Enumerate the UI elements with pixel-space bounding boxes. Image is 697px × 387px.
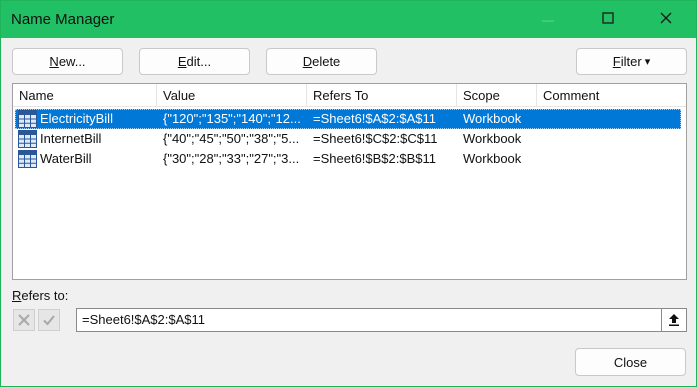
maximize-icon: [602, 11, 614, 29]
row-value: {"120";"135";"140";"12...: [163, 111, 301, 126]
row-name: InternetBill: [40, 131, 102, 146]
new-button[interactable]: New...: [12, 48, 123, 75]
names-list[interactable]: Name Value Refers To Scope Comment Elect…: [12, 83, 687, 280]
list-header: Name Value Refers To Scope Comment: [13, 84, 686, 107]
name-manager-dialog: Name Manager — New... Edit... Delete Fil…: [0, 0, 697, 387]
edit-button[interactable]: Edit...: [139, 48, 250, 75]
refers-to-label: Refers to:: [12, 288, 68, 303]
refers-to-label-accel: R: [12, 288, 22, 303]
collapse-dialog-button[interactable]: [661, 308, 687, 332]
confirm-edit-button[interactable]: [38, 309, 60, 331]
row-scope: Workbook: [463, 131, 522, 146]
maximize-button[interactable]: [585, 1, 631, 38]
row-value: {"40";"45";"50";"38";"5...: [163, 131, 300, 146]
delete-button[interactable]: Delete: [266, 48, 377, 75]
minimize-icon: —: [542, 12, 554, 27]
minimize-button[interactable]: —: [525, 1, 571, 38]
cancel-x-icon: [18, 314, 30, 326]
close-button[interactable]: Close: [575, 348, 686, 376]
close-icon: [660, 11, 672, 29]
row-name: ElectricityBill: [40, 111, 113, 126]
row-scope: Workbook: [463, 151, 522, 166]
edit-button-accel: E: [177, 54, 187, 69]
row-refers-to: =Sheet6!$C$2:$C$11: [313, 131, 438, 146]
filter-button[interactable]: Filter ▾: [576, 48, 687, 75]
title-bar[interactable]: Name Manager —: [1, 1, 696, 38]
column-header-value[interactable]: Value: [157, 84, 307, 106]
dropdown-caret-icon: ▾: [644, 56, 651, 68]
name-table-icon: [18, 150, 37, 168]
table-row[interactable]: ElectricityBill {"120";"135";"140";"12..…: [15, 109, 681, 129]
confirm-check-icon: [43, 315, 55, 326]
column-header-comment[interactable]: Comment: [537, 84, 686, 106]
filter-button-label: ilter: [620, 54, 642, 69]
name-table-icon: [18, 130, 37, 148]
row-refers-to: =Sheet6!$B$2:$B$11: [313, 151, 437, 166]
close-window-button[interactable]: [643, 1, 689, 38]
column-header-refers-to[interactable]: Refers To: [307, 84, 457, 106]
column-header-scope[interactable]: Scope: [457, 84, 537, 106]
name-table-icon: [18, 110, 37, 128]
filter-button-accel: F: [612, 54, 621, 69]
edit-button-label: dit...: [186, 54, 212, 69]
delete-button-accel: D: [302, 54, 313, 69]
dialog-title: Name Manager: [11, 11, 115, 28]
new-button-label: ew...: [58, 54, 86, 69]
close-button-label: Close: [613, 354, 648, 370]
table-row[interactable]: WaterBill {"30";"28";"33";"27";"3... =Sh…: [15, 149, 681, 169]
row-comment: [543, 149, 678, 169]
column-header-name[interactable]: Name: [13, 84, 157, 106]
table-row[interactable]: InternetBill {"40";"45";"50";"38";"5... …: [15, 129, 681, 149]
refers-to-label-text: efers to:: [21, 288, 69, 303]
collapse-dialog-icon: [669, 314, 679, 326]
new-button-accel: N: [49, 54, 59, 69]
row-name: WaterBill: [40, 151, 92, 166]
row-scope: Workbook: [463, 111, 522, 126]
row-refers-to: =Sheet6!$A$2:$A$11: [313, 111, 437, 126]
cancel-edit-button[interactable]: [13, 309, 35, 331]
row-value: {"30";"28";"33";"27";"3...: [163, 151, 300, 166]
row-comment: [543, 109, 678, 129]
refers-to-input[interactable]: =Sheet6!$A$2:$A$11: [76, 308, 662, 332]
row-comment: [543, 129, 678, 149]
delete-button-label: elete: [312, 54, 341, 69]
